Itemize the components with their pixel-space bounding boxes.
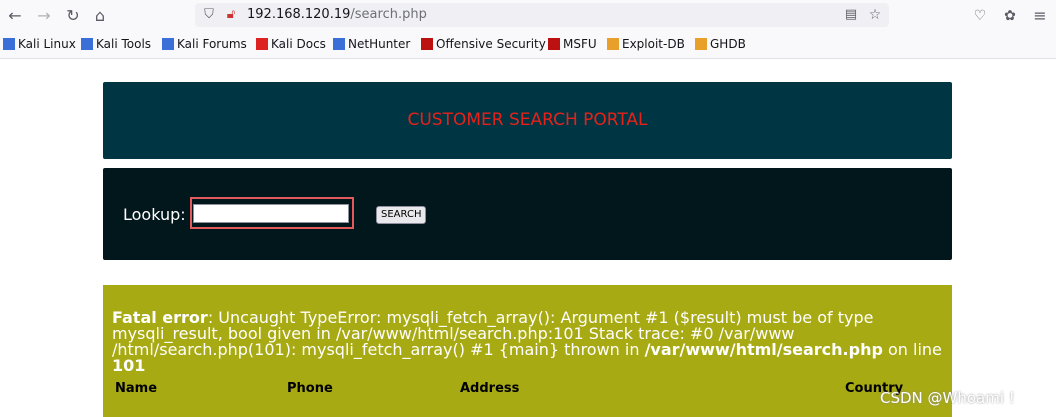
home-icon[interactable]: ⌂	[90, 6, 110, 26]
kali-icon	[162, 38, 174, 50]
forward-icon[interactable]: →	[34, 6, 54, 26]
bookmark-nethunter[interactable]: NetHunter	[333, 37, 410, 51]
reader-view-icon[interactable]: ▤	[841, 5, 861, 25]
lookup-input[interactable]	[193, 204, 349, 223]
insecure-lock-icon[interactable]: 🔓︎	[221, 5, 241, 25]
bookmark-star-icon[interactable]: ☆	[865, 5, 885, 25]
bookmark-kali-docs[interactable]: Kali Docs	[256, 37, 326, 51]
error-message: Fatal error: Uncaught TypeError: mysqli_…	[112, 308, 942, 375]
url-text: 192.168.120.19/search.php	[247, 7, 427, 22]
back-icon[interactable]: ←	[5, 6, 25, 26]
search-panel: Lookup: SEARCH	[103, 168, 952, 260]
bookmark-kali-tools[interactable]: Kali Tools	[81, 37, 151, 51]
search-button[interactable]: SEARCH	[376, 206, 427, 224]
kali-icon	[81, 38, 93, 50]
ghdb-icon	[695, 38, 707, 50]
kali-icon	[3, 38, 15, 50]
bookmarks-bar: Kali Linux Kali Tools Kali Forums Kali D…	[0, 32, 1056, 59]
column-header-name: Name	[115, 381, 158, 396]
extensions-icon[interactable]: ✿	[1000, 6, 1020, 26]
bookmark-kali-linux[interactable]: Kali Linux	[3, 37, 76, 51]
bookmark-offensive-security[interactable]: Offensive Security	[421, 37, 546, 51]
column-header-phone: Phone	[287, 381, 333, 396]
reload-icon[interactable]: ↻	[63, 6, 83, 26]
shield-icon[interactable]: ⛉	[199, 5, 219, 25]
pocket-icon[interactable]: ♡	[970, 6, 990, 26]
url-bar[interactable]: ⛉ 🔓︎ 192.168.120.19/search.php ▤ ☆	[195, 3, 889, 27]
nethunter-icon	[333, 38, 345, 50]
menu-icon[interactable]: ≡	[1030, 6, 1050, 26]
portal-banner: CUSTOMER SEARCH PORTAL	[103, 82, 952, 159]
watermark: CSDN @Whoami !	[880, 389, 1015, 407]
page-title: CUSTOMER SEARCH PORTAL	[407, 110, 648, 130]
browser-toolbar: ← → ↻ ⌂ ⛉ 🔓︎ 192.168.120.19/search.php ▤…	[0, 0, 1056, 32]
bookmark-msfu[interactable]: MSFU	[548, 37, 597, 51]
bookmark-exploit-db[interactable]: Exploit-DB	[607, 37, 685, 51]
offsec-icon	[421, 38, 433, 50]
bookmark-kali-forums[interactable]: Kali Forums	[162, 37, 247, 51]
exploit-db-icon	[607, 38, 619, 50]
kali-docs-icon	[256, 38, 268, 50]
lookup-label: Lookup:	[123, 205, 186, 224]
error-panel: Fatal error: Uncaught TypeError: mysqli_…	[103, 285, 952, 417]
offsec-icon	[548, 38, 560, 50]
column-header-address: Address	[460, 381, 520, 396]
bookmark-ghdb[interactable]: GHDB	[695, 37, 746, 51]
